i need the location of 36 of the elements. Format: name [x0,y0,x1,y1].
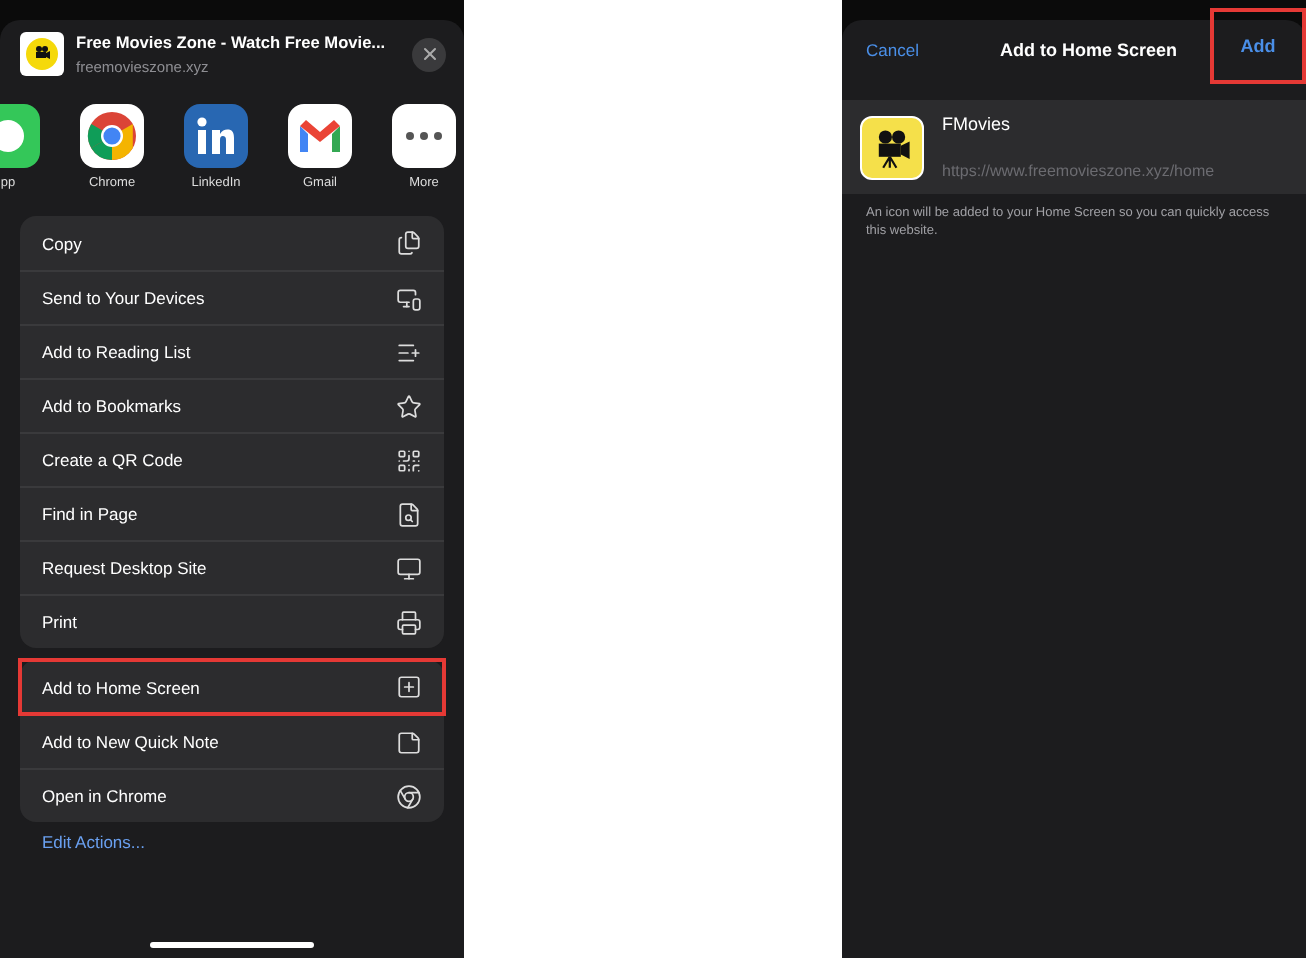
action-item[interactable]: Create a QR Code [20,432,444,486]
sheet-title: Add to Home Screen [999,40,1177,60]
qr-code-icon [396,447,422,473]
close-icon [419,44,439,64]
action-item[interactable]: Print [20,594,444,648]
close-button[interactable] [412,37,446,71]
action-item[interactable]: Add to Bookmarks [20,378,444,432]
mail-icon[interactable] [288,104,352,168]
chrome-icon[interactable] [80,104,144,168]
action-item[interactable]: Request Desktop Site [20,540,444,594]
printer-icon [396,609,422,635]
page-title: Free Movies Zone - Watch Free Movie... [76,32,388,54]
action-item[interactable]: Add to Reading List [20,324,444,378]
star-icon [396,393,422,419]
action-item[interactable]: Add to Home Screen [20,660,444,714]
monitor-icon [396,555,422,581]
copy-icon [396,230,422,256]
action-item[interactable]: Copy [20,216,444,270]
chrome-icon [396,783,422,809]
edit-actions-link[interactable]: Edit Actions... [42,832,145,852]
find-document-icon [396,501,422,527]
site-url: https://www.freemovieszone.xyz/home [942,162,1215,180]
add-button[interactable]: Add [1209,7,1306,83]
action-item[interactable]: Send to Your Devices [20,270,444,324]
devices-icon [396,285,422,311]
action-item[interactable]: Add to New Quick Note [20,714,444,768]
action-item[interactable]: Open in Chrome [20,768,444,822]
site-favicon [20,32,64,76]
plus-square-icon [396,674,422,700]
linkedin-icon[interactable] [184,104,248,168]
list-icon [396,339,422,365]
more-icon[interactable] [392,104,456,168]
action-item[interactable]: Find in Page [20,486,444,540]
note-icon [396,729,422,755]
name-field[interactable]: FMovies [942,114,1215,134]
cancel-button[interactable]: Cancel [866,40,919,60]
